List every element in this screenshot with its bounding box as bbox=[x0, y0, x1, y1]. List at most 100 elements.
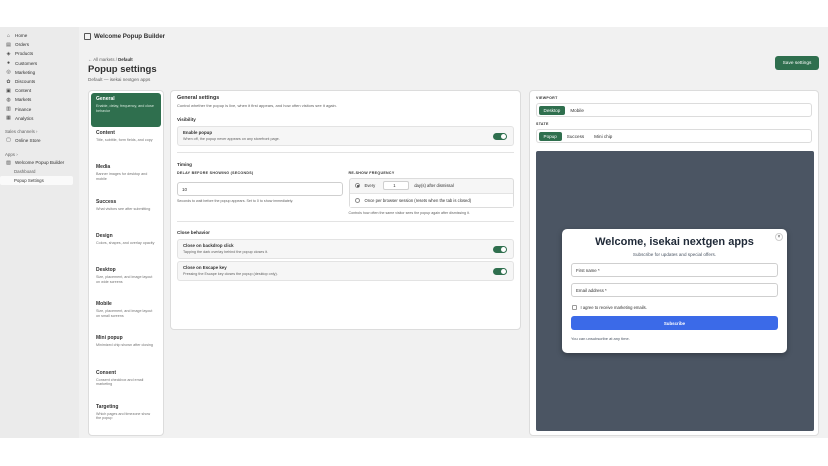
timing-group: DELAY BEFORE SHOWING (SECONDS) Seconds t… bbox=[177, 171, 514, 215]
apps-heading[interactable]: Apps › bbox=[0, 150, 79, 158]
card-description: Control whether the popup is live, when … bbox=[177, 103, 337, 108]
page-title: Popup settings bbox=[88, 64, 157, 75]
delay-help: Seconds to wait before the popup appears… bbox=[177, 199, 294, 204]
escape-close-toggle[interactable] bbox=[493, 268, 507, 276]
nav-item-home[interactable]: ⌂ Home bbox=[0, 31, 79, 40]
popup-preview: × Welcome, isekai nextgen apps Subscribe… bbox=[562, 229, 787, 353]
section-design[interactable]: Design Colors, shapes, and overlay opacit… bbox=[91, 230, 161, 264]
state-popup[interactable]: Popup bbox=[538, 131, 562, 141]
nav-item-online-store[interactable]: ▢ Online Store bbox=[0, 136, 79, 145]
nav-item-products[interactable]: ◈ Products bbox=[0, 49, 79, 58]
page-content: ← All markets / Default Popup settings D… bbox=[79, 45, 828, 438]
frequency-radio-group: Every 1 day(s) after dismissal Once per … bbox=[348, 177, 514, 208]
finance-icon: ▥ bbox=[6, 106, 11, 113]
popup-title: Welcome, isekai nextgen apps bbox=[595, 236, 754, 248]
escape-close-row: Close on Escape key Pressing the Escape … bbox=[177, 261, 514, 282]
content-icon: ▣ bbox=[6, 87, 11, 94]
frequency-every-option[interactable]: Every 1 day(s) after dismissal bbox=[350, 179, 514, 193]
nav-item-discounts[interactable]: ✿ Discounts bbox=[0, 77, 79, 86]
store-icon: ▢ bbox=[6, 137, 11, 144]
nav-item-finance[interactable]: ▥ Finance bbox=[0, 105, 79, 114]
consent-row[interactable]: I agree to receive marketing emails. bbox=[571, 305, 778, 310]
breadcrumb-back-link[interactable]: ← All markets bbox=[88, 57, 115, 62]
nav-item-marketing[interactable]: ◎ Marketing bbox=[0, 68, 79, 77]
divider bbox=[177, 152, 514, 153]
section-consent[interactable]: Consent Consent checkbox and email market… bbox=[91, 367, 161, 401]
enable-popup-toggle[interactable] bbox=[493, 133, 507, 140]
preview-pane: VIEWPORT Desktop Mobile STATE Popup Succ… bbox=[529, 90, 819, 436]
section-desktop[interactable]: Desktop Size, placement, and image layout… bbox=[91, 264, 161, 298]
enable-popup-row: Enable popup When off, the popup never a… bbox=[177, 126, 514, 146]
chevron-right-icon: › bbox=[34, 129, 38, 135]
breadcrumb-current: Default bbox=[118, 57, 133, 62]
section-content[interactable]: Content Title, subtitle, form fields, and… bbox=[91, 127, 161, 161]
backdrop-close-row: Close on backdrop click Tapping the dark… bbox=[177, 239, 514, 260]
every-days-input[interactable]: 1 bbox=[383, 181, 410, 191]
popup-subtitle: Subscribe for updates and special offers… bbox=[632, 252, 717, 257]
state-segmented-control: Popup Success Mini chip bbox=[536, 129, 812, 143]
preview-canvas: × Welcome, isekai nextgen apps Subscribe… bbox=[536, 151, 814, 431]
orders-icon: ▤ bbox=[6, 41, 11, 48]
first-name-field[interactable]: First name * bbox=[571, 263, 778, 277]
nav-sub-dashboard[interactable]: Dashboard bbox=[0, 167, 79, 176]
viewport-segmented-control: Desktop Mobile bbox=[536, 103, 812, 117]
nav-item-content[interactable]: ▣ Content bbox=[0, 86, 79, 95]
state-label: STATE bbox=[536, 122, 549, 126]
card-title: General settings bbox=[177, 95, 220, 101]
section-targeting[interactable]: Targeting Which pages and timezone show t… bbox=[91, 401, 161, 435]
nav-item-markets[interactable]: ◍ Markets bbox=[0, 95, 79, 104]
section-success[interactable]: Success What visitors see after submittin… bbox=[91, 196, 161, 230]
marketing-icon: ◎ bbox=[6, 69, 11, 76]
general-settings-card: General settings Control whether the pop… bbox=[170, 90, 521, 330]
analytics-icon: ▦ bbox=[6, 115, 11, 122]
app-icon: ▧ bbox=[6, 159, 11, 166]
sales-channels-heading[interactable]: Sales channels › bbox=[0, 128, 79, 136]
app-title-bar: Welcome Popup Builder bbox=[79, 27, 828, 45]
viewport-label: VIEWPORT bbox=[536, 96, 558, 100]
email-field[interactable]: Email address * bbox=[571, 283, 778, 297]
save-settings-button[interactable]: Save settings bbox=[775, 56, 819, 70]
main-area: Welcome Popup Builder ← All markets / De… bbox=[79, 27, 828, 438]
radio-once-per-session[interactable] bbox=[354, 197, 360, 203]
state-mini-chip[interactable]: Mini chip bbox=[589, 132, 617, 141]
markets-icon: ◍ bbox=[6, 96, 11, 103]
timing-heading: Timing bbox=[177, 161, 192, 167]
frequency-column: RE-SHOW FREQUENCY Every 1 day(s) after d… bbox=[348, 170, 514, 215]
settings-section-list: General Enable, delay, frequency, and clo… bbox=[88, 90, 164, 436]
section-media[interactable]: Media Banner images for desktop and mobil… bbox=[91, 161, 161, 195]
delay-seconds-input[interactable] bbox=[177, 182, 343, 197]
frequency-label: RE-SHOW FREQUENCY bbox=[348, 170, 395, 175]
viewport-mobile[interactable]: Mobile bbox=[565, 106, 589, 115]
nav-item-customers[interactable]: ● Customers bbox=[0, 59, 79, 68]
nav-item-orders[interactable]: ▤ Orders bbox=[0, 40, 79, 49]
home-icon: ⌂ bbox=[6, 32, 11, 39]
backdrop-close-toggle[interactable] bbox=[493, 246, 507, 254]
discounts-icon: ✿ bbox=[6, 78, 11, 85]
state-success[interactable]: Success bbox=[562, 132, 589, 141]
section-mini-popup[interactable]: Mini popup Minimized chip shown after clo… bbox=[91, 332, 161, 366]
section-general[interactable]: General Enable, delay, frequency, and clo… bbox=[91, 93, 161, 128]
nav-item-analytics[interactable]: ▦ Analytics bbox=[0, 114, 79, 123]
admin-frame: ⌂ Home ▤ Orders ◈ Products ● Customers ◎ Mark… bbox=[0, 27, 828, 438]
page-subtitle: Default — isekai nextgen apps bbox=[88, 77, 151, 82]
viewport-desktop[interactable]: Desktop bbox=[538, 105, 566, 115]
close-behavior-heading: Close behavior bbox=[177, 230, 210, 236]
divider bbox=[177, 220, 514, 222]
admin-sidebar: ⌂ Home ▤ Orders ◈ Products ● Customers ◎ Mark… bbox=[0, 27, 79, 438]
section-mobile[interactable]: Mobile Size, placement, and image layout … bbox=[91, 298, 161, 332]
breadcrumb: ← All markets / Default bbox=[88, 57, 133, 62]
frequency-help: Controls how often the same visitor sees… bbox=[348, 210, 470, 215]
customers-icon: ● bbox=[6, 60, 11, 67]
frequency-session-option[interactable]: Once per browser session (resets when th… bbox=[349, 192, 513, 207]
delay-label: DELAY BEFORE SHOWING (SECONDS) bbox=[177, 170, 254, 175]
subscribe-button[interactable]: Subscribe bbox=[571, 316, 778, 330]
app-icon bbox=[84, 32, 91, 40]
visibility-heading: Visibility bbox=[177, 117, 196, 122]
nav-sub-popup-settings[interactable]: Popup Settings bbox=[0, 176, 73, 186]
products-icon: ◈ bbox=[6, 50, 11, 57]
nav-item-app[interactable]: ▧ Welcome Popup Builder bbox=[0, 158, 79, 167]
close-icon[interactable]: × bbox=[775, 233, 783, 241]
radio-every[interactable] bbox=[354, 183, 360, 189]
consent-checkbox[interactable] bbox=[572, 305, 577, 310]
popup-footer: You can unsubscribe at any time. bbox=[571, 336, 630, 341]
